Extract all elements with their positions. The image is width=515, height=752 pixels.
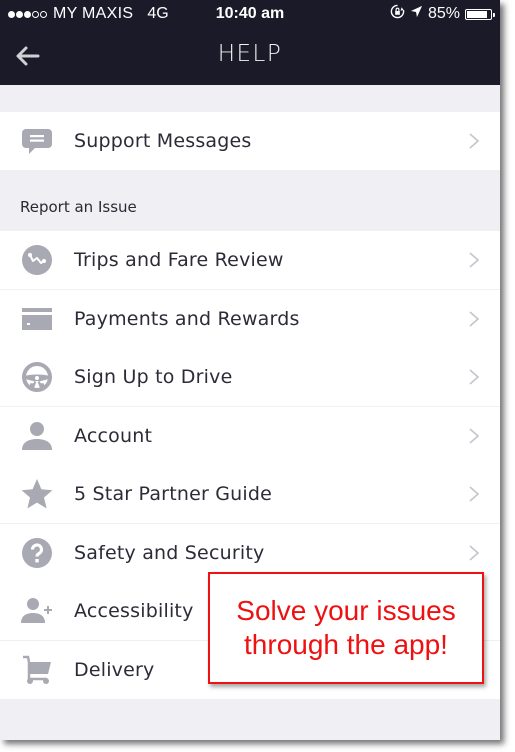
chevron-right-icon [469, 427, 480, 444]
steering-wheel-icon [21, 361, 53, 393]
chevron-right-icon [469, 252, 480, 268]
list-item-label: Delivery [74, 658, 155, 681]
chevron-right-icon [469, 310, 480, 327]
list-item-label: Payments and Rewards [74, 307, 300, 330]
chevron-right-icon [469, 544, 480, 561]
annotation-callout: Solve your issues through the app! [208, 572, 484, 684]
list-item-label: 5 Star Partner Guide [74, 483, 273, 505]
battery-level-fill [467, 10, 487, 18]
status-bar: MY MAXIS 4G 10:40 am 85% [0, 0, 500, 28]
battery-percent: 85% [427, 5, 460, 22]
list-item-label: Account [74, 424, 153, 447]
list-item-label: Support Messages [74, 130, 252, 152]
battery-icon [465, 8, 495, 20]
rotation-lock-icon [390, 4, 405, 24]
page-title: HELP [217, 41, 283, 67]
trip-route-icon [21, 244, 53, 276]
list-item-5-star-partner-guide[interactable]: 5 Star Partner Guide [0, 465, 500, 523]
credit-card-icon [21, 303, 53, 335]
navigation-bar: HELP [0, 28, 500, 85]
list-item-account[interactable]: Account [0, 406, 500, 465]
list-item-sign-up-drive[interactable]: Sign Up to Drive [0, 348, 500, 406]
person-add-icon [21, 595, 53, 627]
callout-text: Solve your issues through the app! [236, 595, 456, 660]
location-arrow-icon [410, 5, 423, 23]
list-item-label: Trips and Fare Review [74, 249, 284, 271]
star-icon [21, 478, 53, 510]
list-item-support-messages[interactable]: Support Messages [0, 112, 500, 170]
list-item-label: Safety and Security [74, 541, 265, 564]
list-item-payments-rewards[interactable]: Payments and Rewards [0, 289, 500, 348]
list-item-trips-fare-review[interactable]: Trips and Fare Review [0, 231, 500, 289]
person-icon [21, 420, 53, 452]
list-item-label: Sign Up to Drive [74, 366, 233, 388]
status-right: 85% [390, 4, 495, 24]
list-item-label: Accessibility [74, 600, 194, 622]
section-header-label: Report an Issue [20, 198, 137, 216]
chat-bubble-icon [21, 125, 53, 157]
chevron-right-icon [469, 486, 480, 502]
question-circle-icon [21, 537, 53, 569]
chevron-right-icon [469, 369, 480, 385]
section-header-report-issue: Report an Issue [0, 170, 500, 231]
chevron-right-icon [469, 133, 480, 149]
shopping-cart-icon [21, 654, 53, 686]
